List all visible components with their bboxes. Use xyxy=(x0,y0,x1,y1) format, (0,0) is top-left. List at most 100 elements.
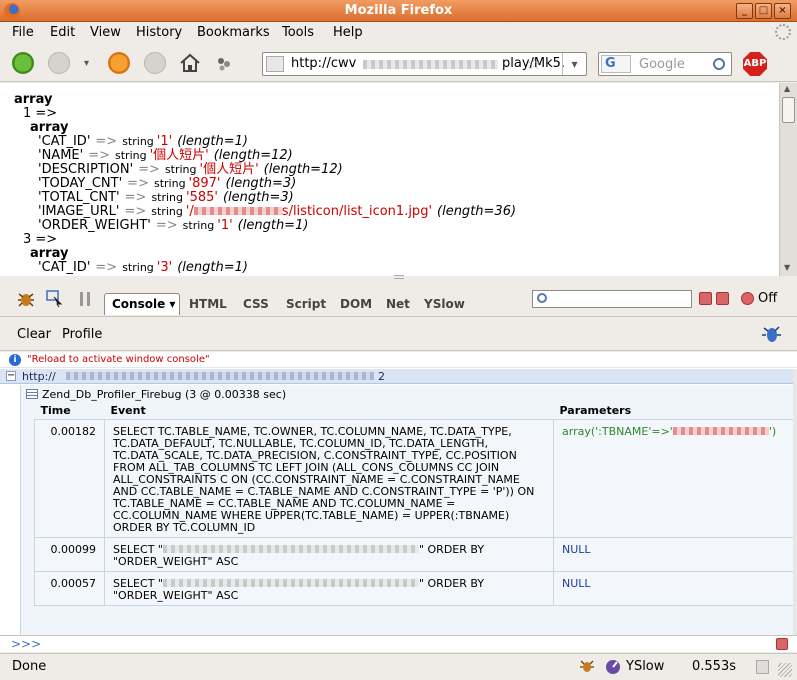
dump-key: 'IMAGE_URL' xyxy=(38,204,120,219)
maximize-button[interactable]: □ xyxy=(755,3,772,19)
menu-edit[interactable]: Edit xyxy=(50,25,75,40)
yslow-label[interactable]: YSlow xyxy=(626,659,664,674)
bookmark-star-icon[interactable]: ☆ xyxy=(527,54,541,73)
navigation-toolbar: ▾ http://cwv play/Mk5. ☆ ▾ G Google ABP xyxy=(0,44,797,82)
menu-view[interactable]: View xyxy=(90,25,121,40)
dump-arrow: => xyxy=(88,148,110,163)
url-dropdown-icon[interactable]: ▾ xyxy=(562,53,586,75)
inspect-icon[interactable] xyxy=(46,290,64,308)
menu-file[interactable]: File xyxy=(12,25,34,40)
console-info-row: i "Reload to activate window console" xyxy=(0,352,797,368)
group-url-redacted xyxy=(66,372,374,380)
dump-key: 'TODAY_CNT' xyxy=(38,176,123,191)
command-prompt: >>> xyxy=(11,637,42,651)
search-bar[interactable]: G Google xyxy=(598,52,732,76)
firebug-toolbar: Console ▾ HTML CSS Script DOM Net YSlow … xyxy=(0,280,797,317)
tab-yslow[interactable]: YSlow xyxy=(424,297,465,311)
cell-parameters: NULL xyxy=(553,571,797,606)
scroll-down-icon[interactable]: ▼ xyxy=(784,263,790,272)
search-engine-google-icon[interactable]: G xyxy=(601,55,631,73)
yslow-icon[interactable] xyxy=(604,658,622,675)
profiler-header: Zend_Db_Profiler_Firebug (3 @ 0.00338 se… xyxy=(26,388,286,401)
menu-tools[interactable]: Tools xyxy=(282,25,314,40)
dump-line: 'CAT_ID' => string '3' (length=1) xyxy=(38,261,248,275)
dump-type: string xyxy=(115,149,147,162)
profile-button[interactable]: Profile xyxy=(62,327,102,342)
cell-time: 0.00182 xyxy=(34,419,105,538)
forward-icon[interactable] xyxy=(48,52,70,74)
console-group-row[interactable]: − http:// 2 xyxy=(0,369,793,384)
menu-bookmarks[interactable]: Bookmarks xyxy=(197,25,270,40)
firebug-power-icon[interactable] xyxy=(741,292,754,305)
tab-script[interactable]: Script xyxy=(286,297,326,311)
load-time: 0.553s xyxy=(692,659,736,674)
splitter-grip[interactable] xyxy=(394,275,404,279)
title-bar: Mozilla Firefox _ □ × xyxy=(0,0,797,22)
extension-icon[interactable] xyxy=(216,56,232,72)
tab-html[interactable]: HTML xyxy=(189,297,227,311)
dump-arrow: => xyxy=(124,204,147,219)
dump-value: '1' xyxy=(217,218,233,233)
dump-value: '3' xyxy=(156,260,173,275)
pause-icon[interactable] xyxy=(80,292,90,306)
back-icon[interactable] xyxy=(12,52,34,74)
firebug-bug-icon[interactable] xyxy=(16,290,36,308)
dump-arrow: => xyxy=(95,260,118,275)
menu-help[interactable]: Help xyxy=(333,25,363,40)
group-toggle-icon[interactable]: − xyxy=(6,371,16,381)
home-icon[interactable] xyxy=(179,53,201,73)
menu-bar: File Edit View History Bookmarks Tools H… xyxy=(0,22,797,43)
clear-button[interactable]: Clear xyxy=(17,327,51,342)
dump-length: (length=3) xyxy=(222,190,294,205)
dump-arrow: => xyxy=(127,176,149,191)
cell-event: SELECT " " ORDER BY "ORDER_WEIGHT" ASC xyxy=(104,571,554,606)
close-button[interactable]: × xyxy=(774,3,791,19)
firebug-search-input[interactable] xyxy=(532,290,692,308)
tab-net[interactable]: Net xyxy=(386,297,410,311)
tab-console[interactable]: Console ▾ xyxy=(104,293,180,315)
profiler-table: Time Event Parameters 0.00182 SELECT TC.… xyxy=(34,402,797,606)
dump-value: '個人短片' xyxy=(149,148,209,163)
minimize-button[interactable]: _ xyxy=(736,3,753,19)
dump-value-redacted xyxy=(193,207,282,215)
url-bar[interactable]: http://cwv play/Mk5. ☆ ▾ xyxy=(262,52,587,76)
dump-length: (length=1) xyxy=(237,218,309,233)
dump-value: '897' xyxy=(188,176,221,191)
dump-type: string xyxy=(151,191,184,204)
dump-key: 'CAT_ID' xyxy=(38,134,91,149)
reload-icon[interactable] xyxy=(108,52,130,74)
dump-type: string xyxy=(122,261,154,274)
firebug-detach-icon[interactable] xyxy=(716,292,729,305)
firebug-off-button[interactable]: Off xyxy=(758,291,777,306)
dump-line: 'TOTAL_CNT' => string '585' (length=3) xyxy=(38,191,294,205)
history-dropdown-icon[interactable]: ▾ xyxy=(84,58,89,69)
event-redacted xyxy=(162,579,419,587)
command-line[interactable]: >>> xyxy=(0,635,797,652)
tab-css[interactable]: CSS xyxy=(243,297,269,311)
firebug-status-icon[interactable] xyxy=(578,658,596,674)
dump-type: string xyxy=(153,177,186,190)
dump-key: 'CAT_ID' xyxy=(38,260,91,275)
info-message: "Reload to activate window console" xyxy=(27,354,210,365)
scroll-up-icon[interactable]: ▲ xyxy=(784,84,790,93)
search-icon[interactable] xyxy=(713,58,725,70)
panel-scrollbar[interactable] xyxy=(793,369,797,635)
command-expand-icon[interactable] xyxy=(776,638,788,650)
page-content: array 1 => array 'CAT_ID' => string '1' (length… xyxy=(0,83,779,276)
table-icon xyxy=(26,389,38,399)
search-input[interactable]: Google xyxy=(639,57,685,72)
site-identity-icon[interactable] xyxy=(266,56,284,72)
dump-key: 'ORDER_WEIGHT' xyxy=(38,218,151,233)
firebug-minimize-icon[interactable] xyxy=(699,292,712,305)
menu-history[interactable]: History xyxy=(136,25,182,40)
dump-key: 1 => xyxy=(23,106,58,121)
dump-value: '1' xyxy=(156,134,173,149)
resize-grip[interactable] xyxy=(778,663,792,677)
page-scrollbar[interactable]: ▲ ▼ xyxy=(779,83,797,276)
console-toolbar: Clear Profile xyxy=(0,318,797,351)
stop-icon[interactable] xyxy=(144,52,166,74)
scroll-thumb[interactable] xyxy=(782,97,795,123)
adblock-plus-icon[interactable]: ABP xyxy=(743,52,767,76)
dump-line: 3 => xyxy=(23,233,57,247)
tab-dom[interactable]: DOM xyxy=(340,297,372,311)
